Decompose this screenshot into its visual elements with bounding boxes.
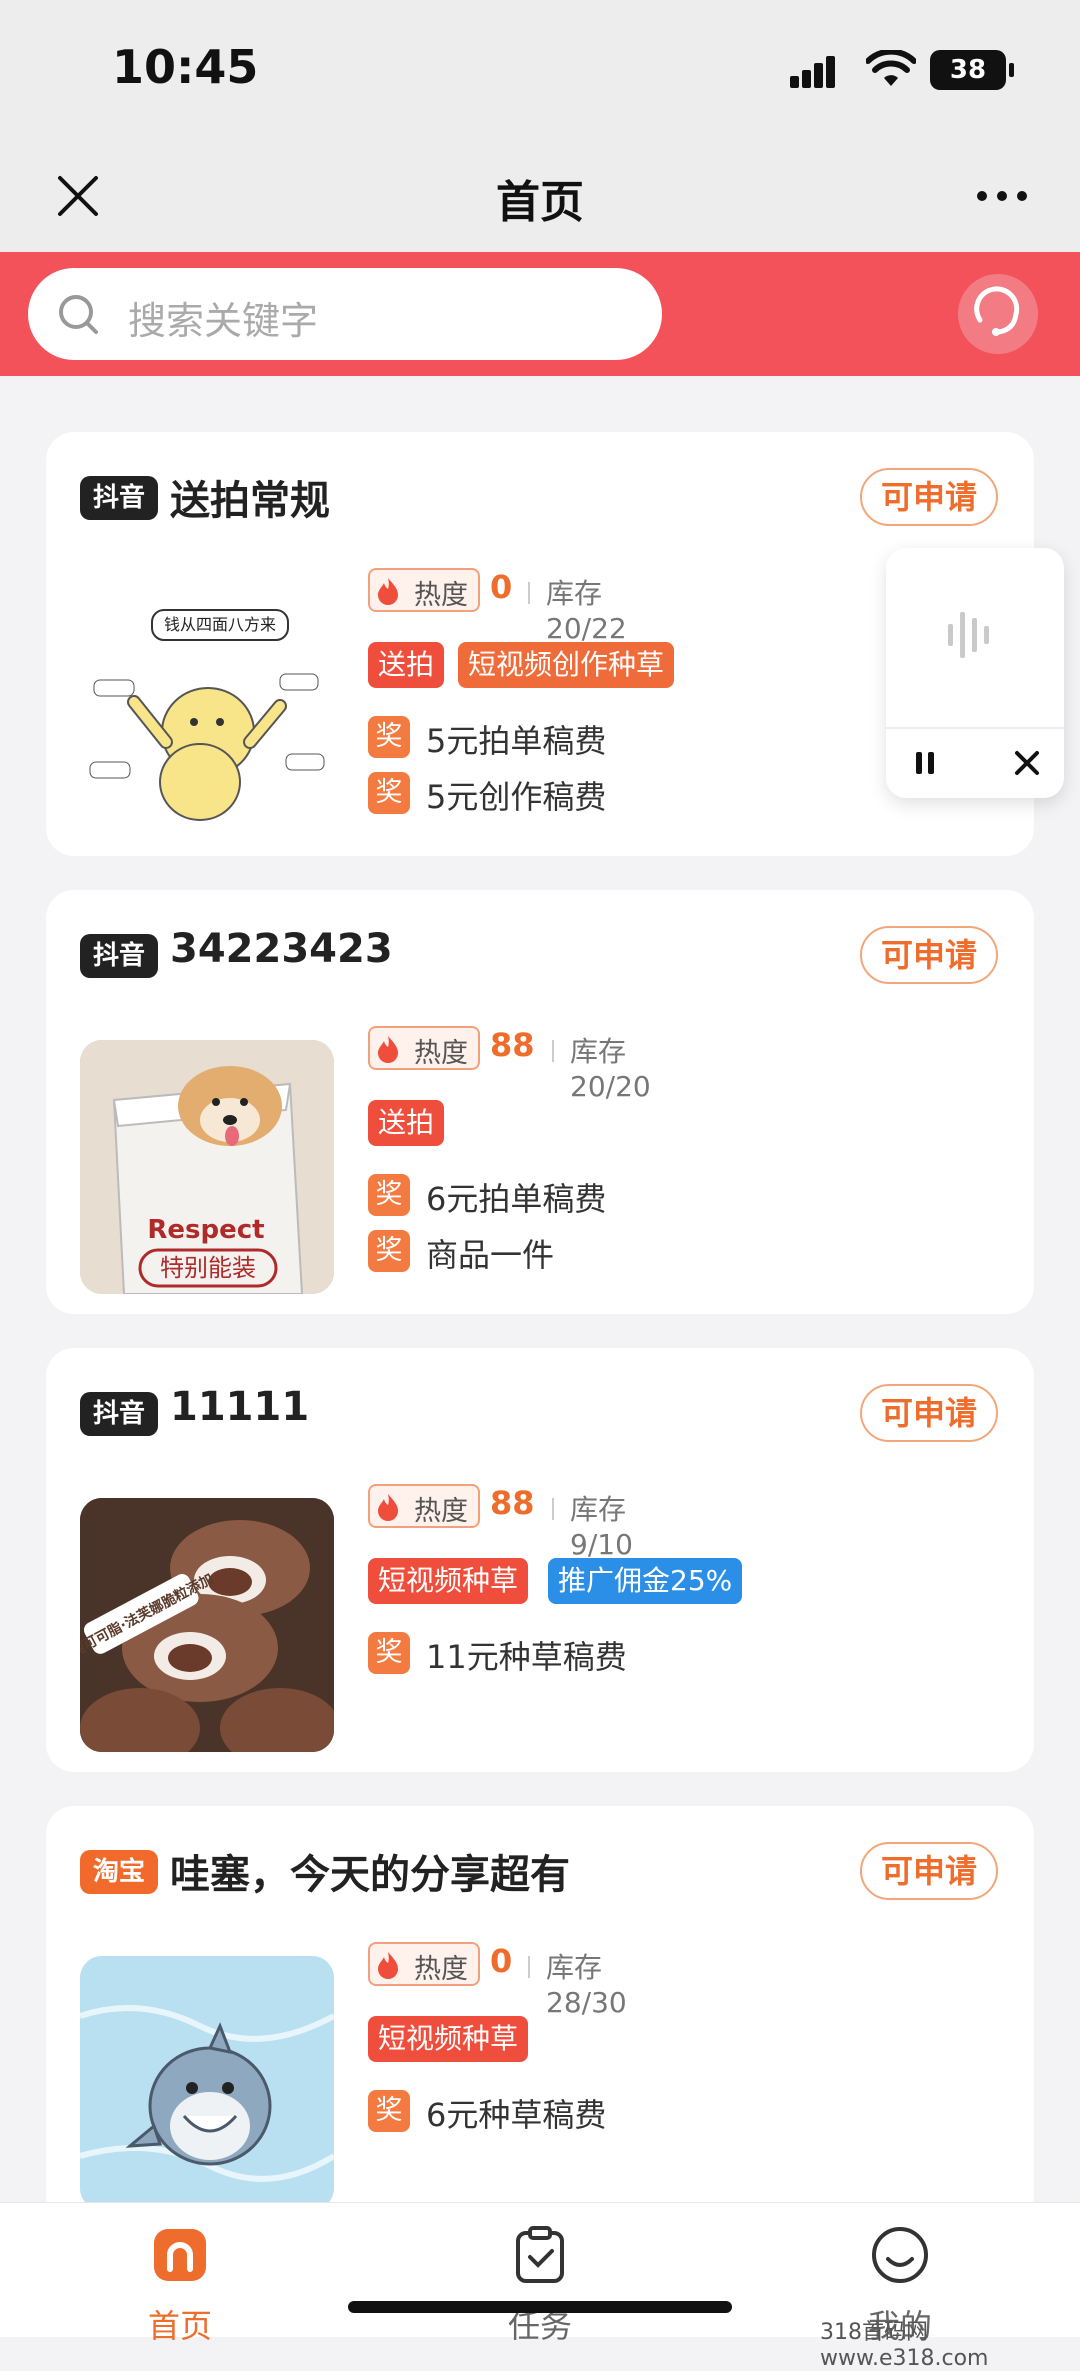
nav-bar: 首页: [0, 140, 1080, 252]
product-thumbnail: [80, 1956, 334, 2210]
task-card[interactable]: 抖音 34223423 可申请 Respect 特别能装 热度 88 库存20/…: [46, 890, 1034, 1314]
task-title: 34223423: [170, 926, 393, 972]
thumbnail-caption: 钱从四面八方来: [164, 615, 276, 634]
apply-button[interactable]: 可申请: [860, 468, 998, 526]
heat-badge: 热度: [368, 1942, 480, 1986]
heat-label: 热度: [414, 1954, 468, 1985]
heat-value: 0: [490, 1942, 513, 1980]
thumbnail-caption: Respect: [147, 1215, 264, 1245]
heat-value: 88: [490, 1484, 535, 1522]
reward-text: 5元创作稿费: [426, 778, 607, 816]
tag: 短视频创作种草: [458, 642, 675, 688]
heat-label: 热度: [414, 1496, 468, 1527]
home-indicator[interactable]: [348, 2301, 732, 2313]
reward-badge: 奖: [368, 1230, 410, 1272]
apply-button[interactable]: 可申请: [860, 1384, 998, 1442]
task-card[interactable]: 抖音 11111 可申请 纯可可脂·法芙娜脆粒添加 热度 88 库存9/10 短…: [46, 1348, 1034, 1772]
heat-badge: 热度: [368, 568, 480, 612]
heat-label: 热度: [414, 580, 468, 611]
cellular-signal-icon: [790, 56, 835, 88]
smile-profile-icon: [872, 2227, 928, 2283]
tab-label: 首页: [147, 2307, 212, 2345]
task-title: 送拍常规: [170, 478, 330, 524]
reward-badge: 奖: [368, 2090, 410, 2132]
more-options-icon[interactable]: [976, 188, 1028, 204]
pause-icon[interactable]: [910, 748, 940, 778]
task-title: 11111: [170, 1384, 310, 1430]
reward-text: 11元种草稿费: [426, 1638, 627, 1676]
tag: 推广佣金25%: [548, 1558, 743, 1604]
reward-text: 商品一件: [426, 1236, 555, 1274]
product-thumbnail: 纯可可脂·法芙娜脆粒添加: [80, 1498, 334, 1752]
tab-home[interactable]: 首页: [100, 2221, 260, 2345]
search-icon: [59, 295, 98, 334]
search-header: 搜索关键字: [0, 252, 1080, 376]
apply-button[interactable]: 可申请: [860, 926, 998, 984]
heat-badge: 热度: [368, 1026, 480, 1070]
tag: 短视频种草: [368, 1558, 529, 1604]
task-clipboard-icon: [516, 2226, 564, 2283]
platform-badge-douyin: 抖音: [80, 1392, 158, 1436]
stock-count: 库存20/20: [552, 1030, 651, 1103]
reward-text: 5元拍单稿费: [426, 722, 607, 760]
reward-badge: 奖: [368, 716, 410, 758]
stock-count: 库存20/22: [528, 572, 627, 645]
stock-count: 库存28/30: [528, 1946, 627, 2019]
reward-badge: 奖: [368, 1174, 410, 1216]
watermark-text: 318首码网 www.e318.com: [820, 2320, 989, 2371]
wifi-icon: [866, 50, 916, 86]
reward-text: 6元种草稿费: [426, 2096, 607, 2134]
page-title: 首页: [496, 177, 584, 228]
platform-badge-douyin: 抖音: [80, 476, 158, 520]
tag: 送拍: [368, 1100, 445, 1146]
apply-button[interactable]: 可申请: [860, 1842, 998, 1900]
flame-icon: [378, 1036, 398, 1063]
heat-label: 热度: [414, 1038, 468, 1069]
flame-icon: [378, 578, 398, 605]
product-thumbnail: 钱从四面八方来: [80, 582, 334, 836]
flame-icon: [378, 1494, 398, 1521]
platform-badge-douyin: 抖音: [80, 934, 158, 978]
floating-voice-widget[interactable]: [886, 548, 1064, 798]
tag: 短视频种草: [368, 2016, 529, 2062]
platform-badge-taobao: 淘宝: [80, 1850, 158, 1894]
battery-level: 38: [949, 55, 987, 85]
tag: 送拍: [368, 642, 445, 688]
heat-value: 88: [490, 1026, 535, 1064]
product-thumbnail: Respect 特别能装: [80, 1040, 334, 1294]
close-icon[interactable]: [1012, 748, 1042, 778]
status-bar: 10:45 38: [0, 0, 1080, 140]
thumbnail-caption-2: 特别能装: [160, 1254, 256, 1282]
heat-value: 0: [490, 568, 513, 606]
task-title: 哇塞，今天的分享超有: [170, 1852, 570, 1898]
battery-icon: 38: [930, 50, 1014, 90]
stock-count: 库存9/10: [552, 1488, 633, 1561]
reward-text: 6元拍单稿费: [426, 1180, 607, 1218]
task-card[interactable]: 淘宝 哇塞，今天的分享超有 可申请 热度 0 库存28/30 短视频种草 奖 6…: [46, 1806, 1034, 2226]
reward-badge: 奖: [368, 772, 410, 814]
search-input[interactable]: 搜索关键字: [28, 268, 662, 360]
flame-icon: [378, 1952, 398, 1979]
home-icon: [154, 2229, 206, 2281]
search-placeholder: 搜索关键字: [128, 299, 319, 343]
reward-badge: 奖: [368, 1632, 410, 1674]
heat-badge: 热度: [368, 1484, 480, 1528]
headset-icon: [974, 286, 1020, 336]
status-time: 10:45: [112, 40, 259, 94]
tab-tasks[interactable]: 任务: [460, 2221, 620, 2345]
customer-service-button[interactable]: [958, 274, 1038, 354]
